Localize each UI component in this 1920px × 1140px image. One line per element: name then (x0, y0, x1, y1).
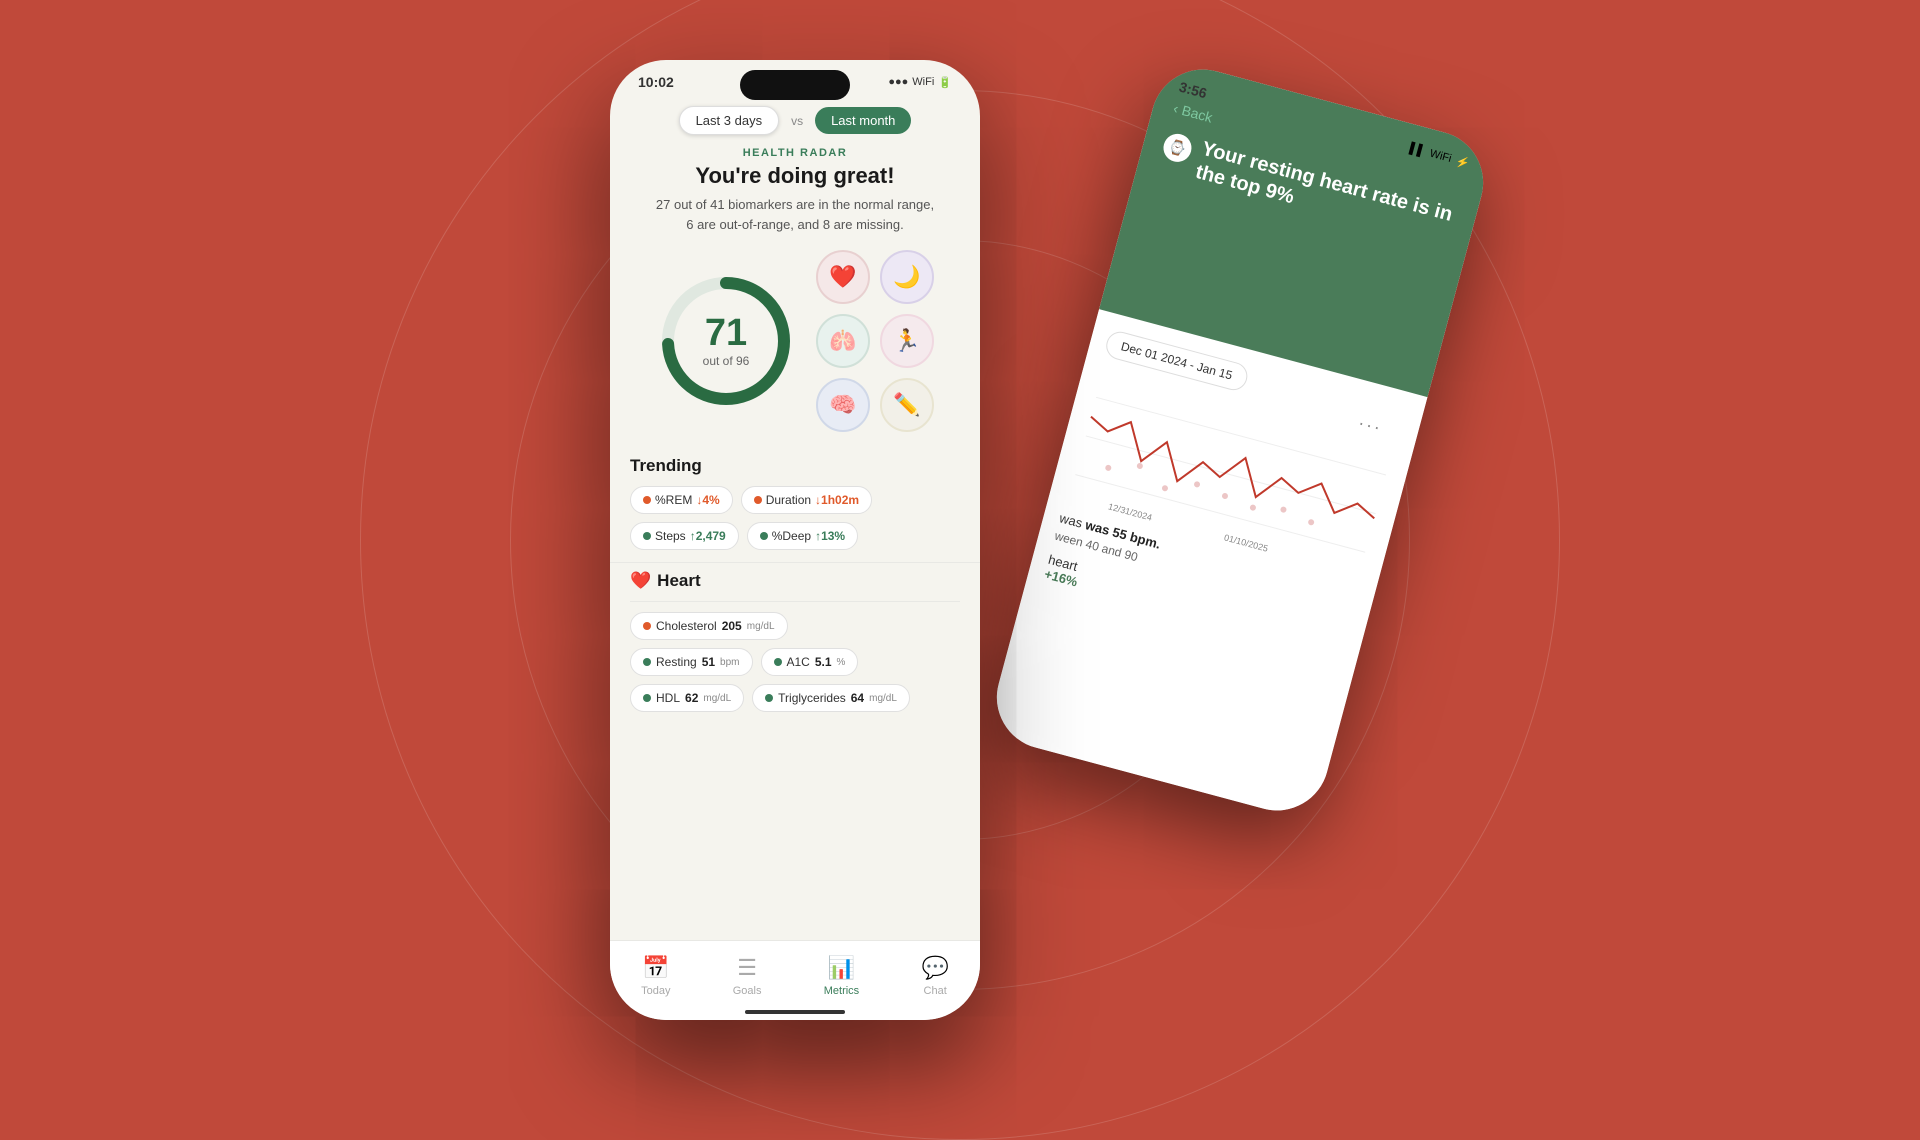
duration-dot (754, 496, 762, 504)
triglycerides-dot (765, 694, 773, 702)
heart-section: ❤️ Heart Cholesterol 205 mg/dL (610, 562, 980, 720)
last-3-days-button[interactable]: Last 3 days (679, 106, 780, 135)
sleep-category-icon[interactable]: 🌙 (880, 250, 934, 304)
back-phone-content: Dec 01 2024 - Jan 15 ··· (985, 309, 1427, 822)
phone-content: Last 3 days vs Last month HEALTH RADAR Y… (610, 90, 980, 1000)
edit-category-icon[interactable]: ✏️ (880, 378, 934, 432)
battery-icon: 🔋 (938, 76, 952, 89)
nav-today[interactable]: 📅 Today (641, 955, 670, 997)
trending-section: Trending %REM ↓4% Duration ↓1h02m (610, 448, 980, 562)
heart-divider (630, 601, 960, 602)
a1c-metric[interactable]: A1C 5.1 % (761, 648, 859, 676)
trending-tags: %REM ↓4% Duration ↓1h02m Steps ↑2,479 (630, 486, 960, 550)
nav-chat[interactable]: 💬 Chat (921, 955, 948, 997)
score-number: 71 (703, 314, 750, 352)
status-icons: ●●● WiFi 🔋 (888, 76, 952, 89)
health-radar-label: HEALTH RADAR (630, 147, 960, 159)
lungs-category-icon[interactable]: 🫁 (816, 314, 870, 368)
hdl-dot (643, 694, 651, 702)
chevron-left-icon: ‹ (1172, 100, 1181, 117)
brain-category-icon[interactable]: 🧠 (816, 378, 870, 432)
back-phone: 3:56 ▌▌ WiFi ⚡ ‹ Back ⌚ Your resting hea… (985, 58, 1495, 822)
period-toggle: Last 3 days vs Last month (610, 106, 980, 135)
hdl-metric[interactable]: HDL 62 mg/dL (630, 684, 744, 712)
circle-score-text: 71 out of 96 (703, 314, 750, 368)
activity-category-icon[interactable]: 🏃 (880, 314, 934, 368)
cholesterol-dot (643, 622, 651, 630)
score-row: 71 out of 96 ❤️ 🌙 🫁 🏃 🧠 ✏️ (610, 234, 980, 448)
triglycerides-metric[interactable]: Triglycerides 64 mg/dL (752, 684, 910, 712)
category-grid: ❤️ 🌙 🫁 🏃 🧠 ✏️ (816, 250, 934, 432)
svg-text:01/10/2025: 01/10/2025 (1223, 532, 1269, 553)
nav-goals[interactable]: ☰ Goals (733, 955, 762, 997)
metric-row: Cholesterol 205 mg/dL (630, 612, 960, 640)
phones-container: 3:56 ▌▌ WiFi ⚡ ‹ Back ⌚ Your resting hea… (570, 60, 1350, 1020)
circle-score: 71 out of 96 (656, 271, 796, 411)
rem-tag[interactable]: %REM ↓4% (630, 486, 733, 514)
deep-dot (760, 532, 768, 540)
steps-tag[interactable]: Steps ↑2,479 (630, 522, 739, 550)
wifi-icon: WiFi (912, 76, 934, 88)
signal-icon: ●●● (888, 76, 908, 88)
a1c-dot (774, 658, 782, 666)
heart-category-icon[interactable]: ❤️ (816, 250, 870, 304)
back-phone-time: 3:56 (1177, 79, 1208, 102)
deep-tag[interactable]: %Deep ↑13% (747, 522, 858, 550)
metric-row-2: Resting 51 bpm A1C 5.1 % (630, 648, 960, 676)
score-label: out of 96 (703, 354, 750, 368)
health-radar-section: HEALTH RADAR You're doing great! 27 out … (610, 147, 980, 234)
metrics-icon: 📊 (828, 955, 855, 981)
heart-icon: ❤️ (630, 571, 651, 591)
steps-dot (643, 532, 651, 540)
resting-dot (643, 658, 651, 666)
watch-icon: ⌚ (1160, 131, 1194, 165)
metric-row-3: HDL 62 mg/dL Triglycerides 64 mg/dL (630, 684, 960, 712)
nav-metrics[interactable]: 📊 Metrics (824, 955, 859, 997)
scroll-content: HEALTH RADAR You're doing great! 27 out … (610, 147, 980, 1000)
phone-notch (740, 70, 850, 100)
trending-title: Trending (630, 456, 960, 476)
resting-metric[interactable]: Resting 51 bpm (630, 648, 753, 676)
bottom-nav: 📅 Today ☰ Goals 📊 Metrics 💬 Chat (610, 940, 980, 1000)
vs-label: vs (791, 114, 803, 128)
health-radar-title: You're doing great! (630, 163, 960, 189)
front-phone-time: 10:02 (638, 74, 674, 90)
front-phone: 10:02 ●●● WiFi 🔋 Last 3 days vs Last mon… (610, 60, 980, 1020)
today-icon: 📅 (642, 955, 669, 981)
duration-tag[interactable]: Duration ↓1h02m (741, 486, 872, 514)
chat-icon: 💬 (921, 955, 948, 981)
svg-text:12/31/2024: 12/31/2024 (1107, 501, 1153, 522)
rem-dot (643, 496, 651, 504)
more-options-icon[interactable]: ··· (1356, 412, 1385, 438)
heart-section-title: ❤️ Heart (630, 571, 960, 591)
goals-icon: ☰ (737, 955, 757, 981)
health-radar-subtitle: 27 out of 41 biomarkers are in the norma… (630, 195, 960, 234)
cholesterol-metric[interactable]: Cholesterol 205 mg/dL (630, 612, 788, 640)
last-month-button[interactable]: Last month (815, 107, 911, 134)
